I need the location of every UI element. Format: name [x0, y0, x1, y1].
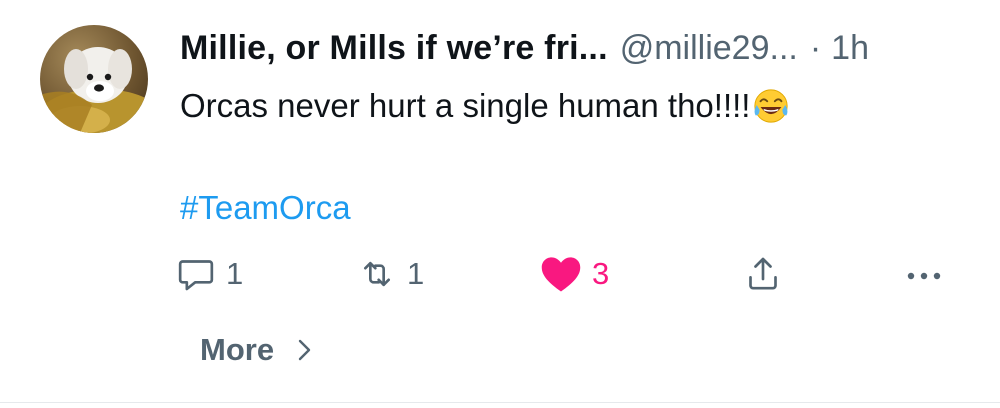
- tweet-text: Orcas never hurt a single human tho!!!!: [180, 84, 790, 128]
- retweet-icon: [364, 261, 390, 287]
- dog-avatar-icon: [40, 47, 148, 133]
- action-bar: 1 1 3: [0, 250, 1000, 298]
- display-name[interactable]: Millie, or Mills if we’re fri...: [180, 26, 608, 70]
- like-button[interactable]: 3: [540, 250, 609, 298]
- reply-icon: [178, 260, 214, 291]
- more-options-button[interactable]: [903, 250, 945, 298]
- timestamp[interactable]: 1h: [831, 26, 869, 70]
- retweet-count: 1: [407, 256, 425, 291]
- divider: [0, 402, 1000, 403]
- share-button[interactable]: [743, 250, 783, 298]
- retweet-button[interactable]: 1: [357, 250, 424, 298]
- user-handle[interactable]: @millie29...: [620, 26, 798, 70]
- reply-count: 1: [226, 256, 244, 291]
- share-icon: [749, 257, 777, 290]
- tweet-header: Millie, or Mills if we’re fri... @millie…: [180, 26, 869, 70]
- more-link-label: More: [200, 332, 275, 367]
- laughing-emoji-icon: [752, 87, 790, 125]
- like-count: 3: [592, 256, 610, 291]
- chevron-right-icon: [296, 337, 314, 363]
- more-options-icon: [907, 272, 941, 280]
- tweet: Millie, or Mills if we’re fri... @millie…: [0, 0, 1000, 408]
- more-link[interactable]: More: [200, 328, 314, 372]
- reply-button[interactable]: 1: [176, 250, 243, 298]
- tweet-text-content: Orcas never hurt a single human tho!!!!: [180, 87, 751, 124]
- heart-icon: [541, 257, 581, 292]
- hashtag-link[interactable]: #TeamOrca: [180, 186, 351, 230]
- avatar[interactable]: [40, 25, 148, 133]
- separator-dot: ·: [809, 29, 822, 67]
